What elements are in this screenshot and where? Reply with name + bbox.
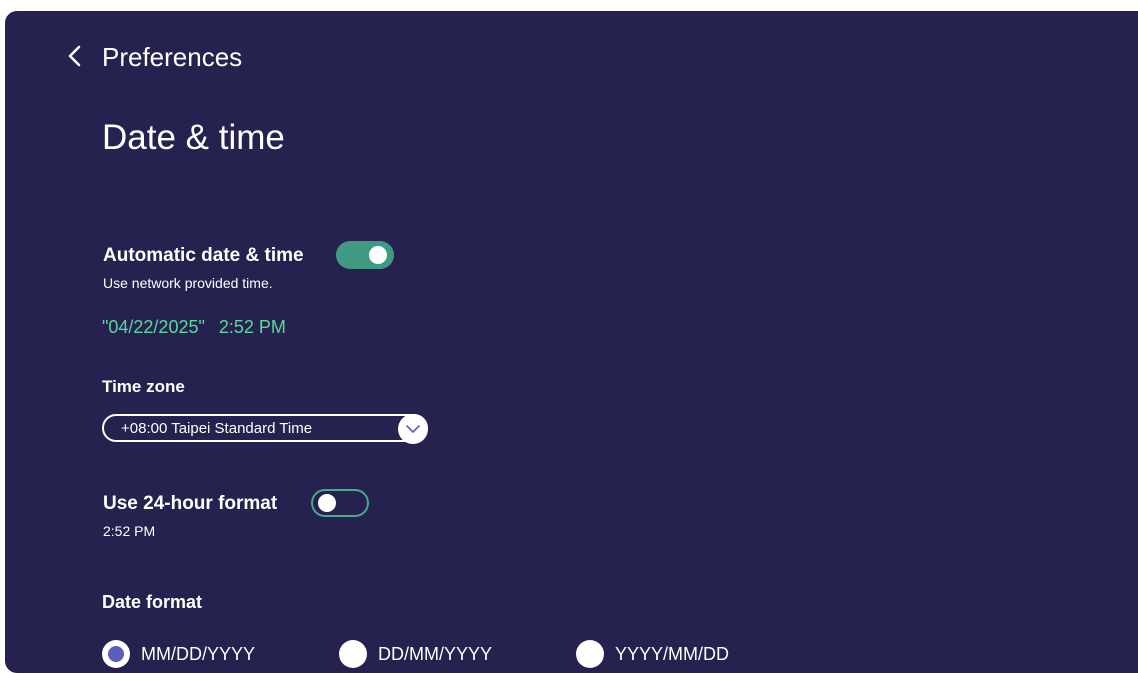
settings-panel: Preferences Date & time Automatic date &…	[5, 11, 1138, 673]
date-format-option-label: MM/DD/YYYY	[141, 644, 256, 664]
automatic-date-time-description: Use network provided time.	[103, 275, 273, 291]
date-format-option-label: YYYY/MM/DD	[615, 644, 730, 664]
back-button[interactable]	[63, 41, 89, 71]
radio-button[interactable]	[576, 640, 604, 668]
automatic-date-time-toggle[interactable]	[336, 241, 394, 269]
date-format-option-mdy[interactable]: MM/DD/YYYY	[102, 639, 255, 669]
date-format-option-label: DD/MM/YYYY	[378, 644, 493, 664]
time-zone-value: +08:00 Taipei Standard Time	[121, 420, 313, 437]
breadcrumb: Preferences	[102, 42, 243, 72]
time-zone-select[interactable]: +08:00 Taipei Standard Time	[102, 414, 428, 444]
use-24-hour-toggle[interactable]	[311, 489, 369, 517]
chevron-down-icon	[406, 425, 420, 433]
date-format-option-dmy[interactable]: DD/MM/YYYY	[339, 639, 492, 669]
current-date: "04/22/2025"	[102, 317, 205, 337]
time-zone-label: Time zone	[102, 377, 185, 396]
current-datetime: "04/22/2025" 2:52 PM	[102, 316, 300, 338]
toggle-knob	[369, 246, 387, 264]
automatic-date-time-label: Automatic date & time	[103, 245, 304, 266]
page-title: Date & time	[102, 118, 285, 157]
use-24-hour-label: Use 24-hour format	[103, 493, 278, 514]
dropdown-button[interactable]	[398, 414, 428, 444]
radio-button[interactable]	[339, 640, 367, 668]
date-format-label: Date format	[102, 592, 203, 612]
hour-format-preview: 2:52 PM	[103, 523, 156, 539]
current-time: 2:52 PM	[218, 317, 286, 337]
chevron-left-icon	[68, 45, 81, 67]
radio-button[interactable]	[102, 640, 130, 668]
date-format-option-ymd[interactable]: YYYY/MM/DD	[576, 639, 729, 669]
toggle-knob	[318, 494, 336, 512]
